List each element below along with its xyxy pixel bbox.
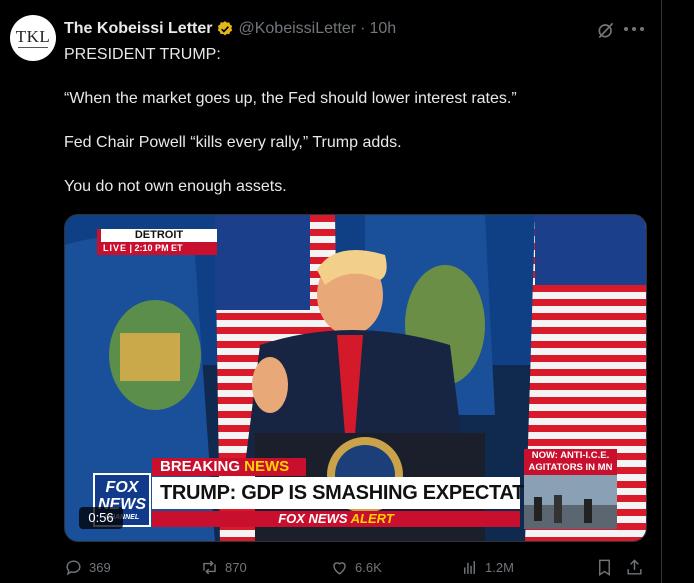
live-time: 2:10 PM ET <box>134 243 183 253</box>
breaking-prefix: BREAKING <box>160 458 245 475</box>
grok-icon[interactable] <box>596 20 616 40</box>
video-player[interactable]: DETROIT LIVE | 2:10 PM ET BREAKING NEWS … <box>64 214 647 542</box>
post-line: PRESIDENT TRUMP: <box>64 46 221 63</box>
repost-icon <box>203 560 216 575</box>
like-count: 6.6K <box>355 560 382 575</box>
live-badge: DETROIT LIVE | 2:10 PM ET <box>97 229 217 257</box>
side-story-label: NOW: ANTI-I.C.E. AGITATORS IN MN <box>524 449 617 475</box>
live-tag: LIVE | 2:10 PM ET <box>97 242 217 255</box>
action-bar: 369 870 6.6K 1.2M <box>64 558 654 580</box>
logo-line: FOX <box>105 479 139 496</box>
author-handle[interactable]: @KobeissiLetter <box>238 20 356 38</box>
reply-count: 369 <box>89 560 111 575</box>
bookmark-icon <box>599 559 610 576</box>
share-icon <box>627 559 642 575</box>
like-button[interactable]: 6.6K <box>330 558 382 577</box>
timeline-divider <box>661 0 662 583</box>
post-line: “When the market goes up, the Fed should… <box>64 90 517 107</box>
post-line: You do not own enough assets. <box>64 178 287 195</box>
post-header: The Kobeissi Letter @KobeissiLetter · 10… <box>64 18 396 40</box>
repost-count: 870 <box>225 560 247 575</box>
views-icon <box>464 561 475 574</box>
breaking-news-banner: BREAKING NEWS <box>152 458 306 476</box>
side-story-image <box>524 475 617 529</box>
alert-prefix: FOX NEWS <box>278 511 351 526</box>
reply-icon <box>66 560 81 576</box>
post-timestamp[interactable]: 10h <box>369 20 396 38</box>
chyron-headline: TRUMP: GDP IS SMASHING EXPECTATIONS <box>152 477 572 509</box>
live-label: LIVE <box>103 243 128 253</box>
views-count: 1.2M <box>485 560 514 575</box>
separator-dot: · <box>360 20 366 37</box>
repost-button[interactable]: 870 <box>200 558 247 577</box>
author-display-name[interactable]: The Kobeissi Letter <box>64 20 212 38</box>
avatar-rule <box>18 47 48 48</box>
bookmark-button[interactable] <box>595 558 614 577</box>
views-button[interactable]: 1.2M <box>460 558 514 577</box>
avatar-monogram: TKL <box>15 27 51 46</box>
share-button[interactable] <box>625 558 644 577</box>
breaking-suffix: NEWS <box>244 458 290 475</box>
verified-badge-icon[interactable] <box>216 20 234 38</box>
reply-button[interactable]: 369 <box>64 558 111 577</box>
alert-bar: FOX NEWS ALERT <box>152 511 520 527</box>
post-line: Fed Chair Powell “kills every rally,” Tr… <box>64 134 402 151</box>
live-location: DETROIT <box>97 229 217 242</box>
like-icon <box>333 562 346 575</box>
avatar[interactable]: TKL <box>10 15 56 61</box>
alert-suffix: ALERT <box>350 511 394 526</box>
video-time-badge: 0:56 <box>79 507 123 529</box>
more-icon[interactable] <box>624 27 644 33</box>
